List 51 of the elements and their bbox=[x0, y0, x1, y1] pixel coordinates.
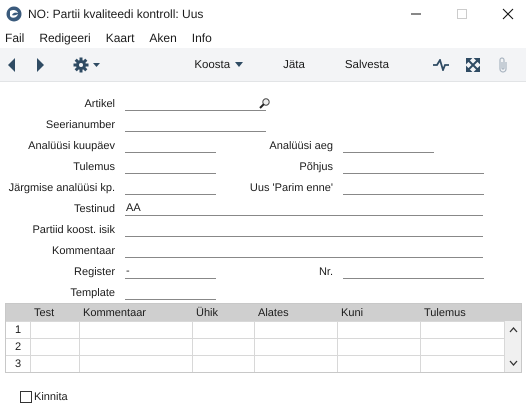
menu-item[interactable]: Fail bbox=[5, 31, 24, 45]
field-label: Partiid koost. isik bbox=[31, 223, 115, 237]
field-label: Testinud bbox=[73, 202, 115, 216]
toolbar-button[interactable]: Salvesta bbox=[340, 56, 393, 72]
field-label: Artikel bbox=[83, 97, 115, 111]
close-icon[interactable] bbox=[502, 8, 514, 20]
field-label: Seerianumber bbox=[44, 118, 115, 132]
field-label: Nr. bbox=[318, 265, 333, 279]
field-label: Analüüsi aeg bbox=[268, 139, 333, 153]
column-header: Kuni bbox=[340, 306, 364, 318]
scroll-up-icon[interactable] bbox=[508, 327, 518, 333]
previous-icon[interactable] bbox=[8, 58, 16, 72]
field-label: Register bbox=[73, 265, 115, 279]
field-value: - bbox=[125, 264, 130, 278]
search-icon[interactable] bbox=[259, 98, 270, 109]
checkbox[interactable] bbox=[20, 391, 32, 403]
paperclip-icon[interactable] bbox=[497, 56, 509, 72]
column-header: Kommentaar bbox=[82, 306, 147, 318]
toolbar-button[interactable]: Koosta bbox=[190, 56, 248, 72]
settings-icon[interactable] bbox=[73, 56, 101, 72]
pulse-icon[interactable] bbox=[433, 58, 449, 70]
column-header: Tulemus bbox=[423, 306, 467, 318]
app-logo-icon bbox=[6, 6, 22, 22]
menu-item[interactable]: Info bbox=[192, 31, 212, 45]
field-label: Põhjus bbox=[298, 160, 333, 174]
row-number: 1 bbox=[6, 322, 31, 338]
expand-icon[interactable] bbox=[466, 58, 480, 72]
column-header: Alates bbox=[257, 306, 290, 318]
next-icon[interactable] bbox=[36, 58, 44, 72]
input-field[interactable]: - bbox=[125, 264, 216, 279]
column-header: Test bbox=[33, 306, 56, 318]
menu-item[interactable]: Kaart bbox=[106, 31, 134, 45]
column-header: Ühik bbox=[195, 306, 220, 318]
caret-icon bbox=[235, 62, 244, 67]
toolbar-button[interactable]: Jäta bbox=[279, 56, 309, 72]
scroll-down-icon[interactable] bbox=[508, 360, 518, 366]
field-label: Tulemus bbox=[72, 160, 115, 174]
field-label: Uus 'Parim enne' bbox=[248, 181, 333, 195]
row-number: 2 bbox=[6, 339, 31, 355]
row-number: 3 bbox=[6, 356, 31, 372]
menu-item[interactable]: Redigeeri bbox=[39, 31, 91, 45]
scrollbar[interactable] bbox=[505, 321, 521, 372]
menu-item[interactable]: Aken bbox=[149, 31, 177, 45]
field-label: Analüüsi kuupäev bbox=[27, 139, 115, 153]
window-title: NO: Partii kvaliteedi kontroll: Uus bbox=[28, 7, 204, 21]
field-label: Kommentaar bbox=[51, 244, 115, 258]
checkbox-label: Kinnita bbox=[34, 391, 68, 403]
field-value: AA bbox=[125, 201, 141, 215]
input-field[interactable]: AA bbox=[125, 201, 483, 216]
field-label: Template bbox=[69, 286, 115, 300]
field-label: Järgmise analüüsi kp. bbox=[8, 181, 115, 195]
